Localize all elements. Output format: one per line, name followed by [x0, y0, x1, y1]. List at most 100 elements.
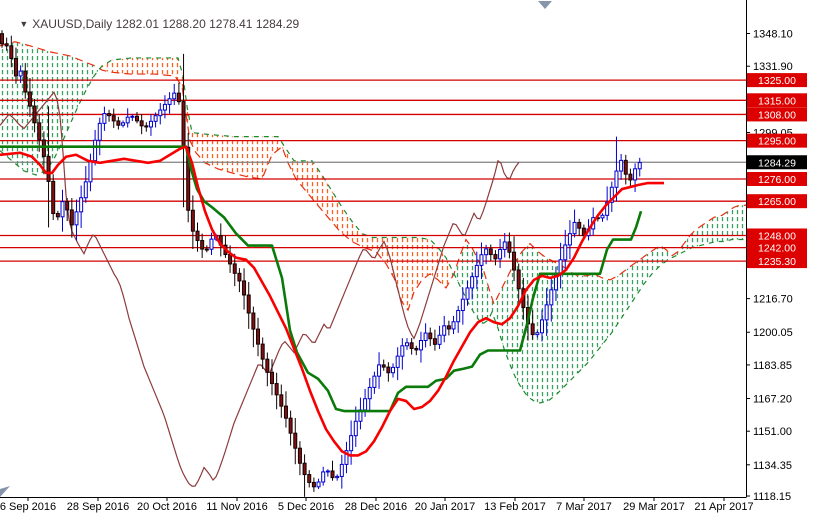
candle-body	[382, 365, 385, 367]
candle-body	[14, 58, 17, 75]
candle-body	[298, 448, 301, 463]
trading-chart-window: ▼ XAUUSD,Daily 1282.01 1288.20 1278.41 12…	[0, 0, 814, 514]
candle-body	[531, 324, 534, 335]
candle-body	[243, 281, 246, 295]
candle-body	[405, 343, 408, 346]
candle-body	[410, 343, 413, 349]
candle-body	[461, 299, 464, 310]
candle-body	[52, 181, 55, 213]
candle-body	[247, 295, 250, 313]
current-price-badge-label: 1284.29	[758, 157, 796, 169]
y-tick-label: 1200.05	[753, 327, 793, 339]
candle-body	[312, 482, 315, 486]
x-axis-label: 28 Sep 2016	[67, 501, 129, 513]
candle-body	[336, 476, 339, 477]
candle-body	[10, 46, 13, 59]
candle-body	[364, 399, 367, 410]
candle-body	[568, 234, 571, 245]
price-level-badge-label: 1242.00	[758, 243, 796, 255]
candle-body	[536, 333, 539, 335]
candle-body	[452, 322, 455, 329]
candle-body	[638, 163, 641, 169]
candle-body	[475, 265, 478, 276]
candle-body	[270, 372, 273, 383]
candle-body	[182, 102, 185, 148]
candle-body	[154, 116, 157, 122]
candle-body	[508, 242, 511, 252]
symbol-label: XAUUSD,Daily	[32, 17, 112, 31]
candle-body	[284, 406, 287, 418]
candle-body	[340, 464, 343, 476]
candle-body	[103, 114, 106, 124]
candle-body	[457, 310, 460, 321]
candle-body	[140, 121, 143, 126]
candle-body	[545, 305, 548, 320]
x-axis-label: 6 Sep 2016	[0, 501, 56, 513]
candle-body	[429, 333, 432, 339]
candle-body	[494, 255, 497, 259]
candle-body	[145, 126, 148, 127]
candle-body	[229, 255, 232, 264]
candle-body	[1, 34, 4, 44]
ohlc-low: 1278.41	[209, 17, 252, 31]
candle-body	[238, 273, 241, 281]
x-axis-label: 20 Jan 2017	[415, 501, 476, 513]
x-axis-label: 11 Nov 2016	[206, 501, 268, 513]
candle-body	[573, 222, 576, 233]
candle-body	[629, 174, 632, 180]
candle-body	[117, 121, 120, 125]
candle-body	[84, 182, 87, 198]
price-level-badge-label: 1265.00	[758, 196, 796, 208]
candle-body	[257, 329, 260, 344]
ichimoku-cloud	[0, 42, 746, 403]
candle-body	[615, 171, 618, 187]
candle-body	[24, 71, 27, 92]
candle-body	[89, 161, 92, 182]
candle-body	[191, 210, 194, 231]
candle-body	[66, 202, 69, 210]
scroll-corner-triangle-icon[interactable]	[0, 486, 10, 497]
candle-body	[38, 123, 41, 140]
price-level-badge-label: 1295.00	[758, 136, 796, 148]
candle-body	[210, 239, 213, 249]
x-axis-label: 20 Oct 2016	[137, 501, 197, 513]
candle-body	[392, 367, 395, 372]
chart-shift-triangle-icon[interactable]	[538, 1, 552, 9]
candle-body	[173, 93, 176, 99]
candle-body	[322, 472, 325, 482]
candle-body	[378, 365, 381, 376]
symbol-dropdown-icon[interactable]: ▼	[19, 19, 28, 29]
candle-body	[163, 104, 166, 110]
candle-body	[387, 367, 390, 373]
candle-body	[503, 242, 506, 250]
ohlc-open: 1282.01	[116, 17, 159, 31]
price-level-badge-label: 1235.30	[758, 256, 796, 268]
x-axis-label: 13 Feb 2017	[484, 501, 546, 513]
candle-body	[135, 116, 138, 121]
chart-title: ▼XAUUSD,Daily 1282.01 1288.20 1278.41 12…	[6, 3, 299, 45]
candle-body	[624, 160, 627, 174]
price-level-badge-label: 1315.00	[758, 95, 796, 107]
candle-body	[108, 114, 111, 116]
candle-body	[396, 356, 399, 367]
candle-body	[70, 210, 73, 225]
candle-body	[354, 421, 357, 435]
candle-body	[480, 255, 483, 266]
candle-body	[126, 117, 129, 123]
ohlc-high: 1288.20	[162, 17, 205, 31]
x-axis-label: 7 Mar 2017	[556, 501, 612, 513]
x-axis-label: 21 Apr 2017	[694, 501, 753, 513]
candle-body	[499, 249, 502, 258]
candle-body	[233, 264, 236, 273]
price-chart[interactable]: 1348.101331.901299.051216.701200.051183.…	[0, 0, 814, 514]
y-tick-label: 1348.10	[753, 29, 793, 41]
candle-body	[550, 290, 553, 305]
candle-body	[266, 359, 269, 372]
y-tick-label: 1134.35	[753, 460, 792, 472]
candle-body	[350, 436, 353, 451]
candle-body	[205, 249, 208, 250]
candle-body	[33, 106, 36, 123]
candle-body	[112, 116, 115, 121]
candle-body	[331, 471, 334, 478]
candle-body	[122, 123, 125, 125]
